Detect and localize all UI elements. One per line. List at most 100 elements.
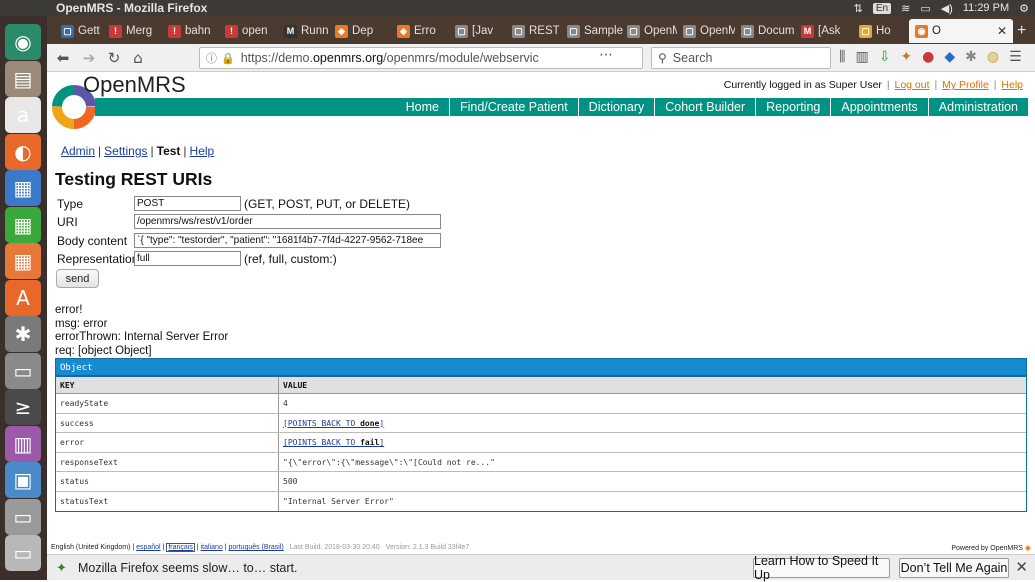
- firefox-icon[interactable]: ◐: [5, 133, 41, 170]
- main-nav-item[interactable]: Find/Create Patient: [448, 98, 578, 116]
- tab-2[interactable]: ! Merg: [109, 19, 163, 43]
- calc-icon[interactable]: ▦: [5, 206, 41, 243]
- learn-speed-button[interactable]: Learn How to Speed It Up: [753, 554, 890, 582]
- table-header-row: KEY VALUE: [56, 377, 1026, 394]
- extension2-icon[interactable]: ●: [922, 49, 934, 65]
- uri-input[interactable]: /openmrs/ws/rest/v1/order: [134, 214, 441, 229]
- points-back-link[interactable]: [POINTS BACK TO fail]: [283, 438, 384, 447]
- amazon-icon[interactable]: a: [5, 97, 41, 133]
- main-nav-item[interactable]: Cohort Builder: [654, 98, 755, 116]
- tab-label: Dep: [352, 25, 374, 37]
- battery-icon[interactable]: ▭: [920, 2, 930, 15]
- tab-5[interactable]: M Runn: [284, 19, 330, 43]
- language-link[interactable]: italiano: [201, 544, 223, 551]
- tab-16[interactable]: ◉ O ✕: [909, 19, 1013, 43]
- keyboard-layout[interactable]: En: [872, 2, 892, 14]
- tab-label: Erro: [414, 25, 436, 37]
- main-nav-item[interactable]: Appointments: [830, 98, 927, 116]
- terminal-icon[interactable]: ≥: [5, 389, 41, 425]
- software-icon[interactable]: A: [5, 279, 41, 316]
- subnav-admin[interactable]: Admin: [61, 144, 95, 158]
- help-link[interactable]: Help: [1001, 79, 1023, 91]
- workspace-icon[interactable]: ▭: [5, 352, 41, 389]
- tab-label: Docum: [758, 25, 795, 37]
- subnav-test[interactable]: Test: [157, 144, 181, 158]
- my-profile-link[interactable]: My Profile: [942, 79, 989, 91]
- extension5-icon[interactable]: ◍: [987, 49, 999, 65]
- ubuntu-icon[interactable]: ◉: [5, 24, 41, 60]
- representation-input[interactable]: full: [134, 251, 241, 266]
- tab-3[interactable]: ! bahn: [168, 19, 220, 43]
- search-icon: ⚲: [658, 51, 667, 65]
- points-back-link[interactable]: [POINTS BACK TO done]: [283, 419, 384, 428]
- home-button[interactable]: ⌂: [127, 47, 149, 69]
- send-button[interactable]: send: [56, 269, 99, 288]
- subnav-settings[interactable]: Settings: [104, 144, 147, 158]
- language-link[interactable]: português (Brasil): [228, 544, 283, 551]
- extension-icon[interactable]: ✦: [900, 49, 912, 65]
- impress-icon[interactable]: ▦: [5, 243, 41, 279]
- tab-10[interactable]: ▢ Sample: [567, 19, 623, 43]
- volume-icon[interactable]: ◀): [941, 2, 953, 15]
- transfer-icon[interactable]: ⇅: [854, 2, 863, 15]
- tab-label: REST: [529, 25, 560, 37]
- info-icon[interactable]: ⓘ: [206, 50, 217, 66]
- body-input[interactable]: `{ "type": "testorder", "patient": "1681…: [134, 233, 441, 248]
- page-actions-icon[interactable]: ⋯: [599, 47, 613, 63]
- col-value: VALUE: [283, 381, 308, 390]
- tab-11[interactable]: ▢ OpenM: [627, 19, 677, 43]
- tab-13[interactable]: ▢ Docum: [741, 19, 795, 43]
- footer: English (United Kingdom) | español | fra…: [47, 542, 1035, 554]
- writer-icon[interactable]: ▦: [5, 170, 41, 206]
- clock[interactable]: 11:29 PM: [963, 2, 1009, 14]
- sidebar-icon[interactable]: ▥: [855, 49, 868, 65]
- workbench-icon[interactable]: ▣: [5, 462, 41, 498]
- main-nav-item[interactable]: Dictionary: [577, 98, 655, 116]
- main-nav-item[interactable]: Administration: [927, 98, 1028, 116]
- row-value: 4: [283, 399, 288, 408]
- reload-button[interactable]: ↻: [103, 47, 125, 69]
- tab-14[interactable]: M [Ask: [801, 19, 853, 43]
- back-button[interactable]: ⬅: [52, 47, 74, 69]
- tab-7[interactable]: ◆ Erro: [397, 19, 451, 43]
- library-icon[interactable]: ⫼: [839, 49, 845, 65]
- tab-15[interactable]: ▢ Ho: [859, 19, 903, 43]
- power-icon[interactable]: ⚙: [1019, 2, 1029, 15]
- close-icon[interactable]: ✕: [1015, 558, 1028, 576]
- tab-4[interactable]: ! open: [225, 19, 279, 43]
- language-link[interactable]: français: [166, 543, 195, 552]
- files-icon[interactable]: ▤: [5, 60, 41, 97]
- main-nav-item[interactable]: Home: [396, 98, 449, 116]
- network-icon[interactable]: ≋: [901, 2, 910, 15]
- logout-link[interactable]: Log out: [895, 79, 930, 91]
- switcher-icon[interactable]: ▥: [5, 425, 41, 462]
- main-nav-item[interactable]: Reporting: [755, 98, 830, 116]
- settings-icon[interactable]: ✱: [5, 316, 41, 352]
- download-icon[interactable]: ⇩: [879, 49, 891, 65]
- subnav-help[interactable]: Help: [190, 144, 215, 158]
- tab-label: Sample: [584, 25, 623, 37]
- menu-icon[interactable]: ☰: [1009, 49, 1022, 65]
- tab-12[interactable]: ▢ OpenM: [683, 19, 735, 43]
- trash-icon[interactable]: ▭: [5, 535, 41, 571]
- row-key: success: [56, 413, 279, 432]
- search-input[interactable]: ⚲ Search: [651, 47, 831, 69]
- forward-button[interactable]: ➔: [78, 47, 100, 69]
- tab-9[interactable]: ▢ REST: [512, 19, 562, 43]
- tab-8[interactable]: ▢ [Jav: [455, 19, 507, 43]
- tab-close-icon[interactable]: ✕: [997, 24, 1007, 38]
- drive-icon[interactable]: ▭: [5, 498, 41, 535]
- extension3-icon[interactable]: ◆: [944, 49, 955, 65]
- tab-6[interactable]: ◆ Dep: [335, 19, 391, 43]
- table-row: statusText "Internal Server Error": [56, 491, 1026, 511]
- main-nav: Home Find/Create Patient Dictionary Cohort …: [95, 98, 1028, 116]
- extension4-icon[interactable]: ✱: [965, 49, 977, 65]
- tab-1[interactable]: ▢ Gett: [61, 19, 105, 43]
- tab-favicon-icon: ▢: [627, 24, 640, 38]
- language-link[interactable]: español: [136, 544, 161, 551]
- type-input[interactable]: POST: [134, 196, 241, 211]
- dont-tell-button[interactable]: Don’t Tell Me Again: [899, 558, 1009, 578]
- new-tab-button[interactable]: +: [1017, 19, 1026, 43]
- row-key: responseText: [56, 452, 279, 471]
- url-bar[interactable]: ⓘ 🔒 https://demo. openmrs.org/openmrs/mod…: [199, 47, 643, 69]
